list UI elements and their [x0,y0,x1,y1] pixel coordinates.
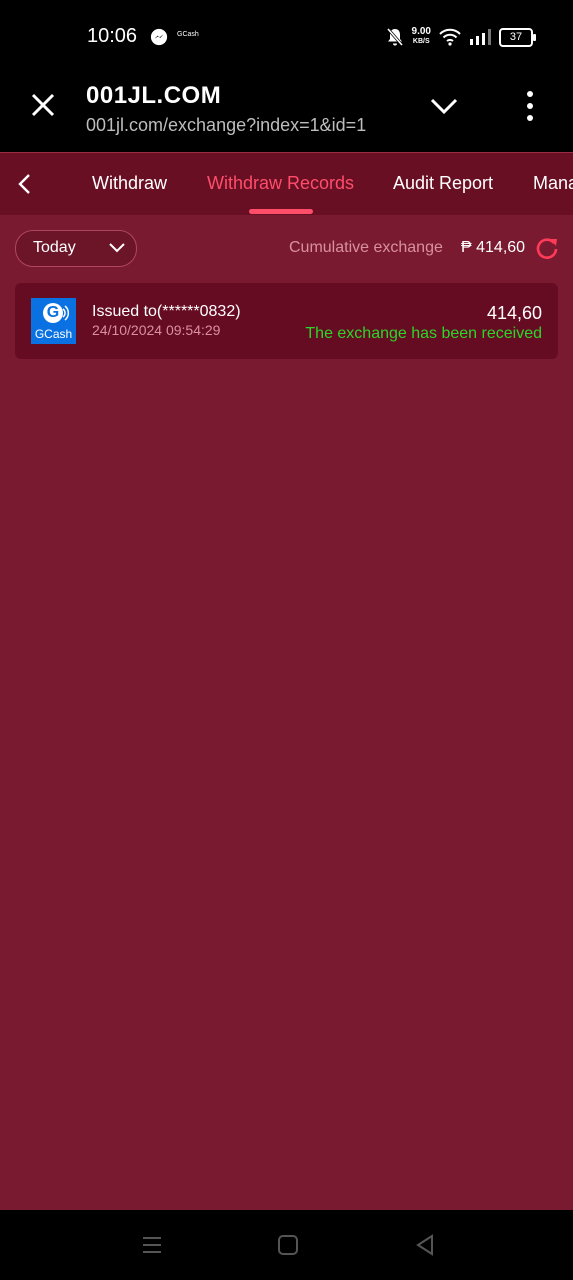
status-time: 10:06 [87,25,138,47]
chevron-down-icon[interactable] [428,92,460,120]
notification-app-label: GCash [177,31,199,38]
tab-withdraw-records[interactable]: Withdraw Records [207,173,354,194]
battery-icon: 37 [499,27,536,47]
gcash-logo: G GCash [31,298,76,344]
record-recipient: Issued to(******0832) [92,303,241,320]
signal-icon [470,29,491,45]
home-icon[interactable] [275,1232,301,1258]
gcash-waves-icon [62,305,70,321]
chevron-down-icon [109,243,125,253]
tab-withdraw[interactable]: Withdraw [92,173,167,194]
withdraw-record-item[interactable]: G GCash Issued to(******0832) 24/10/2024… [15,283,558,359]
wifi-icon [439,28,461,46]
tab-management[interactable]: Mana [533,173,573,194]
browser-toolbar: 001JL.COM 001jl.com/exchange?index=1&id=… [0,72,573,152]
bell-off-icon [386,28,403,46]
menu-icon[interactable] [139,1232,165,1258]
refresh-icon[interactable] [535,236,559,260]
system-nav-bar [0,1210,573,1280]
active-tab-indicator [249,209,313,214]
status-icons: 9.00 KB/S 37 [386,24,536,50]
more-vertical-icon[interactable] [516,86,544,126]
messenger-icon [150,28,168,46]
gcash-g-icon: G [43,303,63,323]
back-icon[interactable] [412,1232,438,1258]
gcash-logo-text: GCash [34,327,73,341]
record-status: The exchange has been received [305,325,542,342]
url-text[interactable]: 001jl.com/exchange?index=1&id=1 [86,115,398,136]
record-datetime: 24/10/2024 09:54:29 [92,322,221,338]
date-filter-value: Today [33,239,76,256]
tab-audit-report[interactable]: Audit Report [393,173,493,194]
app-content: Withdraw Withdraw Records Audit Report M… [0,152,573,1210]
cumulative-exchange-value: ₱ 414,60 [461,239,526,256]
chevron-left-icon[interactable] [14,171,36,197]
close-icon[interactable] [28,90,58,120]
cumulative-exchange-label: Cumulative exchange [289,239,443,256]
net-speed: 9.00 KB/S [411,26,431,46]
date-filter-select[interactable]: Today [15,230,137,267]
record-amount: 414,60 [486,303,542,323]
status-bar: 10:06 GCash 9.00 KB/S 37 [0,0,573,72]
tab-bar: Withdraw Withdraw Records Audit Report M… [0,152,573,215]
page-title: 001JL.COM [86,82,222,109]
